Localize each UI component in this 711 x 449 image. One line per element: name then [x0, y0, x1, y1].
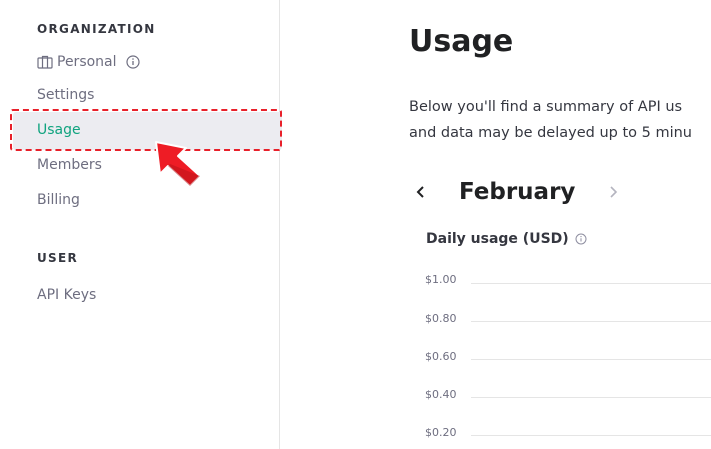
- page-title: Usage: [409, 24, 514, 59]
- previous-month-button[interactable]: [409, 180, 433, 204]
- description-line-2: and data may be delayed up to 5 minu: [409, 125, 692, 141]
- next-month-button[interactable]: [601, 180, 625, 204]
- y-tick-label: $1.00: [425, 273, 457, 286]
- sidebar-item-members[interactable]: Members: [37, 157, 102, 173]
- chevron-left-icon: [416, 186, 424, 198]
- y-tick-label: $0.80: [425, 312, 457, 325]
- grid-line: [471, 283, 711, 284]
- y-tick-label: $0.60: [425, 350, 457, 363]
- grid-line: [471, 435, 711, 436]
- sidebar: ORGANIZATION Personal Settings Usage Mem…: [0, 0, 282, 449]
- chart-title: Daily usage (USD): [426, 231, 587, 247]
- y-tick-label: $0.40: [425, 388, 457, 401]
- sidebar-item-settings[interactable]: Settings: [37, 87, 94, 103]
- organization-section-title: ORGANIZATION: [37, 22, 156, 36]
- main-content: Usage Below you'll find a summary of API…: [409, 0, 711, 449]
- annotation-highlight-box: [10, 109, 282, 151]
- chevron-right-icon: [610, 186, 618, 198]
- user-section-title: USER: [37, 251, 79, 265]
- sidebar-item-api-keys[interactable]: API Keys: [37, 287, 96, 303]
- sidebar-item-billing[interactable]: Billing: [37, 192, 80, 208]
- y-tick-label: $0.20: [425, 426, 457, 439]
- grid-line: [471, 397, 711, 398]
- chart-title-text: Daily usage (USD): [426, 231, 569, 247]
- description-line-1: Below you'll find a summary of API us: [409, 99, 683, 115]
- page-description: Below you'll find a summary of API us an…: [409, 94, 711, 146]
- annotation-arrow-icon: [155, 141, 201, 187]
- month-label: February: [459, 179, 576, 205]
- org-switcher[interactable]: Personal: [37, 54, 141, 70]
- grid-line: [471, 321, 711, 322]
- briefcase-icon: [37, 55, 53, 69]
- info-icon[interactable]: [121, 54, 141, 70]
- month-navigator: February: [409, 175, 625, 209]
- grid-line: [471, 359, 711, 360]
- info-icon[interactable]: [575, 233, 587, 245]
- org-name: Personal: [57, 54, 117, 70]
